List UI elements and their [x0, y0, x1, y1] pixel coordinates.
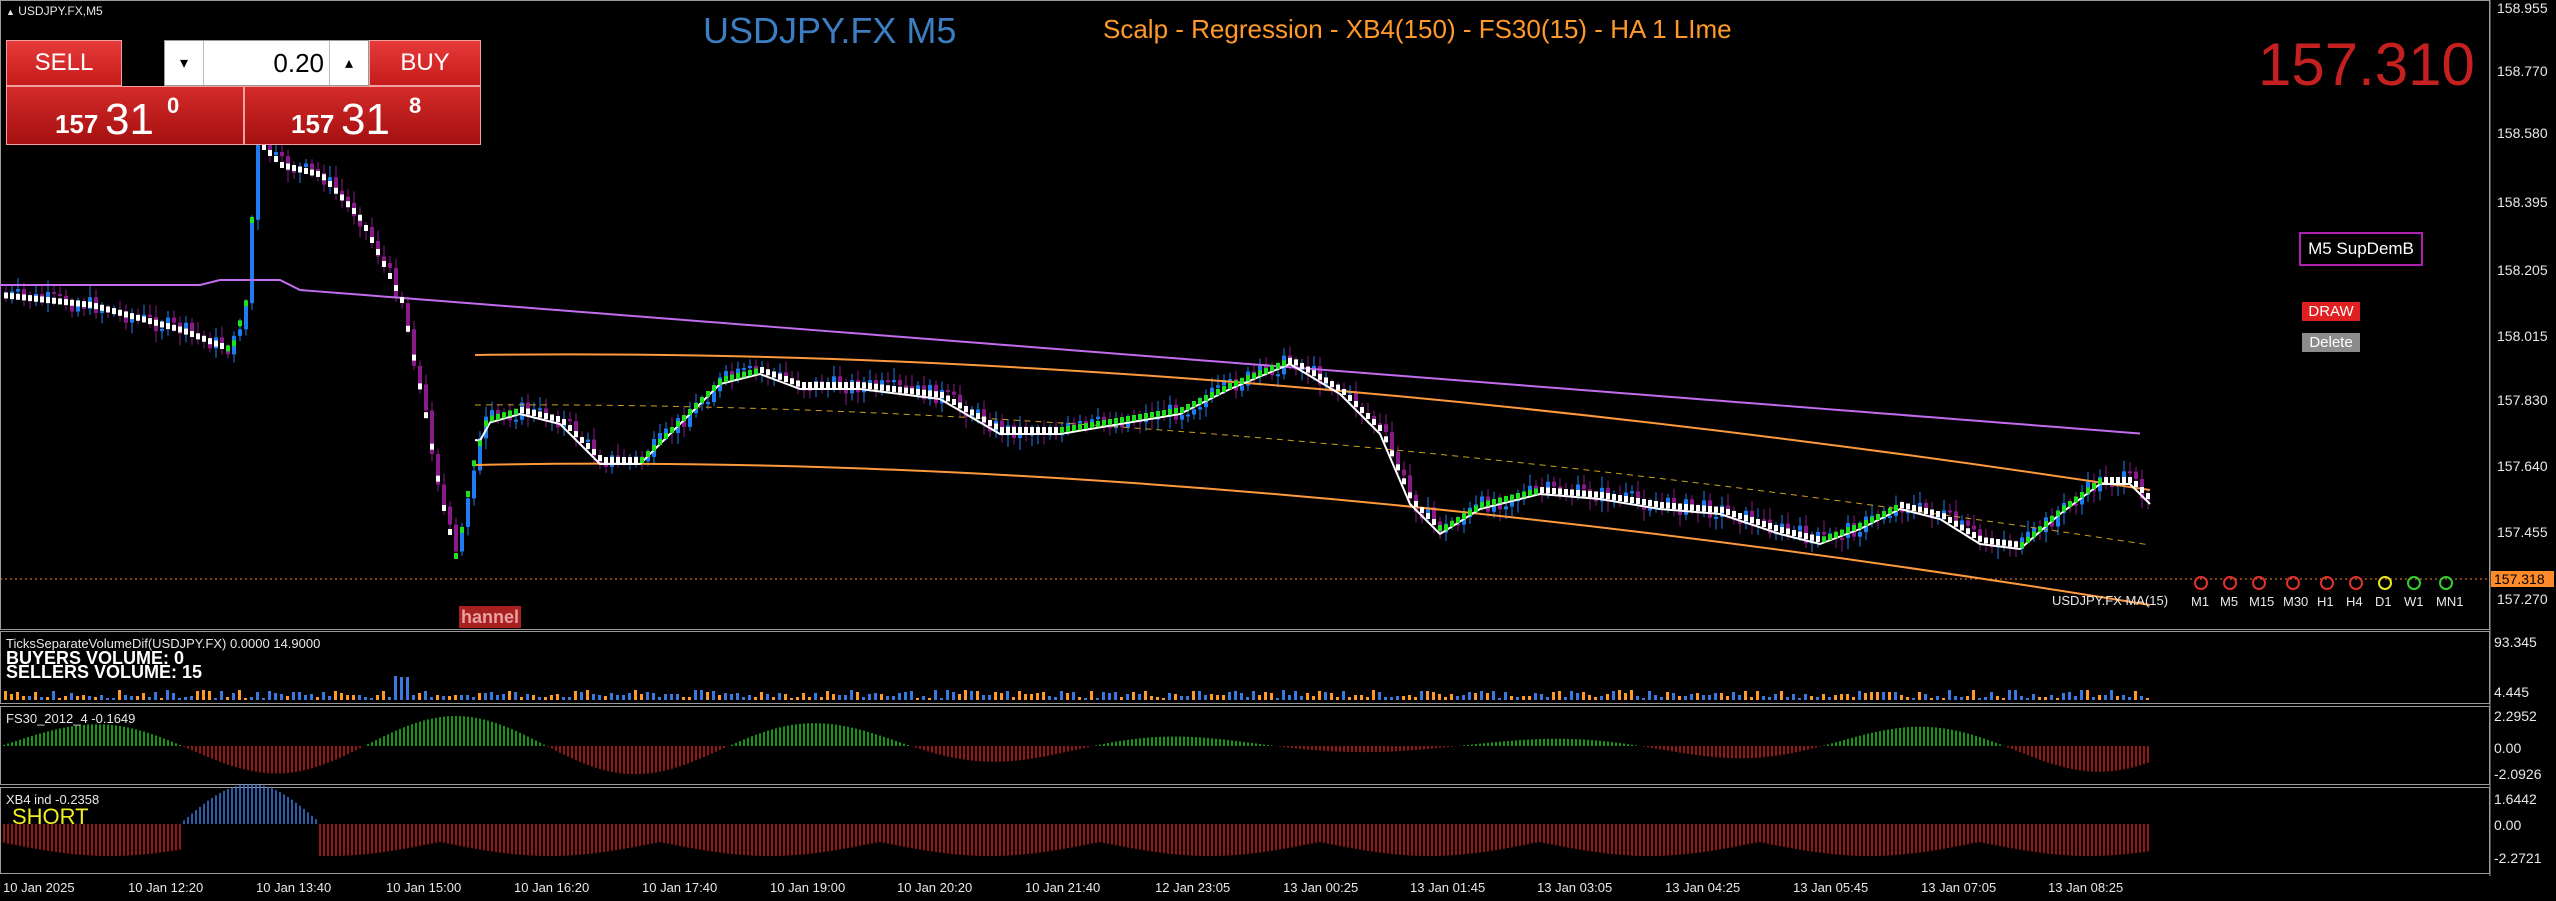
timeframe-w1-label[interactable]: W1	[2404, 594, 2424, 609]
buy-price-big: 157	[291, 109, 335, 139]
time-axis-label: 10 Jan 21:40	[1025, 880, 1101, 895]
channel-label: hannel	[459, 606, 522, 628]
time-axis-label: 13 Jan 05:45	[1793, 880, 1869, 895]
draw-button[interactable]: DRAW	[2302, 302, 2360, 321]
price-axis-label: 157.830	[2497, 392, 2548, 408]
time-axis-label: 13 Jan 03:05	[1537, 880, 1613, 895]
indicator-lines-layer	[0, 279, 2151, 606]
current-price-tag: 157.318	[2494, 571, 2545, 587]
timeframe-h4-icon[interactable]	[2349, 576, 2363, 590]
timeframe-d1-label[interactable]: D1	[2375, 594, 2392, 609]
fs30-scale-zero: 0.00	[2494, 740, 2522, 756]
volume-bars-layer	[4, 676, 2149, 700]
price-axis-label: 157.455	[2497, 524, 2548, 540]
ma-label: USDJPY.FX MA(15)	[2052, 593, 2169, 608]
timeframe-m1-icon[interactable]	[2194, 576, 2208, 590]
time-axis-label: 10 Jan 19:00	[770, 880, 846, 895]
timeframe-m1-label[interactable]: M1	[2191, 594, 2209, 609]
timeframe-m30-icon[interactable]	[2286, 576, 2300, 590]
volume-scale-top: 93.345	[2494, 634, 2537, 650]
supdem-button[interactable]: M5 SupDemB	[2299, 232, 2423, 266]
one-click-trade-panel: SELL ▾ 0.20 ▴ BUY 157 31 0 157 31 8	[6, 40, 481, 145]
volume-panel-frame	[0, 631, 2490, 704]
timeframe-m15-label[interactable]: M15	[2249, 594, 2274, 609]
time-axis-label: 13 Jan 00:25	[1283, 880, 1359, 895]
candles-layer	[4, 129, 2150, 560]
sell-price-box[interactable]: 157 31 0	[6, 86, 244, 145]
price-axis-label: 158.580	[2497, 125, 2548, 141]
sellers-volume: SELLERS VOLUME: 15	[6, 662, 203, 682]
sell-price-big: 157	[55, 109, 99, 139]
fs30-panel-title: FS30_2012_4 -0.1649	[6, 711, 136, 726]
fs30-scale-bottom: -2.0926	[2494, 766, 2542, 782]
timeframe-w1-icon[interactable]	[2407, 576, 2421, 590]
timeframe-d1-icon[interactable]	[2378, 576, 2392, 590]
timeframe-h4-label[interactable]: H4	[2346, 594, 2363, 609]
xb4-histogram-layer	[3, 784, 2149, 856]
lot-decrease-icon[interactable]: ▾	[165, 41, 204, 85]
window-title-text: USDJPY.FX,M5	[18, 4, 103, 18]
price-axis-label: 157.270	[2497, 591, 2548, 607]
price-axis-label: 158.955	[2497, 0, 2548, 16]
timeframe-mn1-icon[interactable]	[2439, 576, 2453, 590]
timeframe-h1-icon[interactable]	[2320, 576, 2334, 590]
price-axis-label: 158.015	[2497, 328, 2548, 344]
xb4-scale-zero: 0.00	[2494, 817, 2522, 833]
buy-price-box[interactable]: 157 31 8	[244, 86, 481, 145]
fs30-scale-top: 2.2952	[2494, 708, 2537, 724]
time-axis-label: 10 Jan 15:00	[386, 880, 462, 895]
price-axis-label: 157.640	[2497, 458, 2548, 474]
time-axis-label: 12 Jan 23:05	[1155, 880, 1231, 895]
time-axis-label: 10 Jan 12:20	[128, 880, 204, 895]
volume-scale-bottom: 4.445	[2494, 684, 2530, 700]
time-axis-label: 13 Jan 07:05	[1921, 880, 1997, 895]
heiken-ashi-layer	[4, 138, 2150, 559]
price-axis-label: 158.205	[2497, 262, 2548, 278]
timeframe-m5-label[interactable]: M5	[2220, 594, 2238, 609]
fs30-panel-frame	[0, 706, 2490, 785]
timeframe-mn1-label[interactable]: MN1	[2436, 594, 2463, 609]
xb4-scale-bottom: -2.2721	[2494, 850, 2542, 866]
sell-price-sup: 0	[167, 93, 180, 118]
timeframe-h1-label[interactable]: H1	[2317, 594, 2334, 609]
time-axis-label: 10 Jan 20:20	[897, 880, 973, 895]
window-title: ▲ USDJPY.FX,M5	[6, 4, 103, 18]
delete-button[interactable]: Delete	[2302, 333, 2360, 352]
fs30-histogram-layer	[3, 716, 2149, 775]
timeframe-m30-label[interactable]: M30	[2283, 594, 2308, 609]
lot-increase-icon[interactable]: ▴	[329, 41, 368, 85]
buy-button[interactable]: BUY	[369, 40, 481, 86]
collapse-triangle-icon[interactable]: ▲	[6, 7, 15, 17]
time-axis-label: 13 Jan 08:25	[2048, 880, 2124, 895]
timeframe-m5-icon[interactable]	[2223, 576, 2237, 590]
time-axis-label: 10 Jan 16:20	[514, 880, 590, 895]
time-axis-label: 13 Jan 04:25	[1665, 880, 1741, 895]
price-axis-label: 158.395	[2497, 194, 2548, 210]
time-axis-label: 10 Jan 2025	[3, 880, 75, 895]
time-axis-label: 10 Jan 17:40	[642, 880, 718, 895]
sell-price-mid: 31	[105, 95, 154, 144]
symbol-title: USDJPY.FX M5	[703, 10, 957, 51]
price-axis-label: 158.770	[2497, 63, 2548, 79]
indicator-title: Scalp - Regression - XB4(150) - FS30(15)…	[1103, 14, 1732, 44]
buy-price-sup: 8	[409, 93, 422, 118]
xb4-scale-top: 1.6442	[2494, 791, 2537, 807]
xb4-signal: SHORT	[12, 804, 89, 829]
timeframe-m15-icon[interactable]	[2252, 576, 2266, 590]
time-axis-label: 13 Jan 01:45	[1410, 880, 1486, 895]
buy-price-mid: 31	[341, 95, 390, 144]
big-price: 157.310	[2258, 31, 2475, 98]
time-axis-label: 10 Jan 13:40	[256, 880, 332, 895]
lot-size-value[interactable]: 0.20	[205, 41, 328, 85]
sell-button[interactable]: SELL	[6, 40, 122, 86]
lot-size-field[interactable]: ▾ 0.20 ▴	[164, 40, 369, 86]
